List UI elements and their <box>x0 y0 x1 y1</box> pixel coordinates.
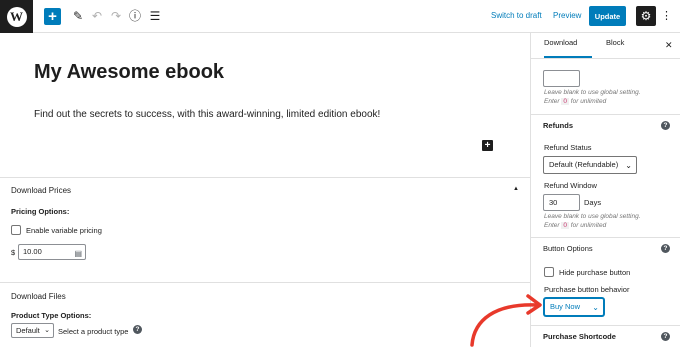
price-value: 10.00 <box>23 247 42 256</box>
editor-canvas: My Awesome ebook Find out the secrets to… <box>0 33 530 347</box>
button-options-panel-header[interactable]: Button Options ? <box>531 237 680 258</box>
pricing-options-label: Pricing Options: <box>11 207 70 216</box>
editor-toolbar: W + ✎ ↶ ↷ ⓘ ☰ Switch to draft Preview Up… <box>0 0 680 33</box>
chevron-down-icon: ⌄ <box>625 161 632 170</box>
download-files-heading: Download Files <box>11 292 66 301</box>
annotation-arrow-icon <box>470 294 542 347</box>
list-view-icon[interactable]: ☰ <box>149 8 161 25</box>
settings-gear-icon[interactable]: ⚙ <box>636 6 656 26</box>
product-type-select[interactable]: Default ⌄ <box>11 323 54 338</box>
hide-purchase-checkbox[interactable] <box>544 267 554 277</box>
undo-icon[interactable]: ↶ <box>91 8 103 25</box>
refund-window-input[interactable]: 30 <box>543 194 580 211</box>
product-type-hint: Select a product type <box>58 327 129 336</box>
tab-download[interactable]: Download <box>544 38 577 47</box>
purchase-behavior-select[interactable]: Buy Now ⌄ <box>544 298 604 316</box>
edit-pencil-icon[interactable]: ✎ <box>72 8 84 25</box>
download-limit-hint: Leave blank to use global setting. Enter… <box>544 89 641 105</box>
refund-window-label: Refund Window <box>544 181 597 190</box>
shortcode-help-icon[interactable]: ? <box>661 332 670 341</box>
chevron-down-icon: ⌄ <box>44 327 50 334</box>
switch-to-draft-link[interactable]: Switch to draft <box>491 11 542 20</box>
variable-pricing-label: Enable variable pricing <box>26 226 102 235</box>
hide-purchase-label: Hide purchase button <box>559 268 631 277</box>
block-inserter-button[interactable]: + <box>44 8 61 25</box>
update-button[interactable]: Update <box>589 6 626 26</box>
refund-window-unit: Days <box>584 198 602 207</box>
button-options-heading: Button Options <box>543 244 593 253</box>
currency-symbol: $ <box>11 248 16 257</box>
refunds-panel-header[interactable]: Refunds ? <box>531 114 680 135</box>
refund-status-label: Refund Status <box>544 143 592 152</box>
more-options-icon[interactable]: ⋮ <box>661 9 672 23</box>
wordpress-logo-letter: W <box>6 6 27 27</box>
button-options-help-icon[interactable]: ? <box>661 244 670 253</box>
tabs-divider <box>531 58 680 59</box>
refunds-help-icon[interactable]: ? <box>661 121 670 130</box>
settings-sidebar: Download Block ✕ Leave blank to use glob… <box>530 33 680 347</box>
refunds-heading: Refunds <box>543 121 573 130</box>
refund-window-hint: Leave blank to use global setting. Enter… <box>544 213 641 229</box>
post-title[interactable]: My Awesome ebook <box>34 61 224 84</box>
post-paragraph[interactable]: Find out the secrets to success, with th… <box>34 109 380 120</box>
download-prices-heading: Download Prices <box>11 186 72 195</box>
price-calculator-icon: ▤ <box>74 249 82 258</box>
product-type-label: Product Type Options: <box>11 311 92 320</box>
details-info-icon[interactable]: ⓘ <box>129 8 141 25</box>
collapse-caret-icon[interactable]: ▲ <box>513 186 519 192</box>
download-files-metabox: Download Files Product Type Options: Def… <box>0 282 530 347</box>
add-block-plus-icon[interactable]: + <box>482 140 493 151</box>
purchase-behavior-label: Purchase button behavior <box>544 285 630 294</box>
tab-block[interactable]: Block <box>606 38 624 47</box>
download-prices-metabox: Download Prices ▲ Pricing Options: Enabl… <box>0 177 530 282</box>
chevron-down-icon: ⌄ <box>592 303 599 312</box>
price-input[interactable]: 10.00 ▤ <box>18 244 86 260</box>
product-type-help-icon[interactable]: ? <box>133 325 142 334</box>
redo-icon[interactable]: ↷ <box>110 8 122 25</box>
refund-status-select[interactable]: Default (Refundable) ⌄ <box>543 156 637 174</box>
close-sidebar-icon[interactable]: ✕ <box>665 40 673 51</box>
purchase-behavior-selected: Buy Now <box>550 302 581 311</box>
refund-status-selected: Default (Refundable) <box>549 160 619 169</box>
purchase-shortcode-heading: Purchase Shortcode <box>543 332 616 341</box>
product-type-selected: Default <box>16 326 40 335</box>
preview-link[interactable]: Preview <box>553 11 581 20</box>
variable-pricing-checkbox[interactable] <box>11 225 21 235</box>
purchase-shortcode-panel-header[interactable]: Purchase Shortcode ? <box>531 325 680 346</box>
wordpress-logo-icon[interactable]: W <box>0 0 33 33</box>
download-limit-input[interactable] <box>543 70 580 87</box>
